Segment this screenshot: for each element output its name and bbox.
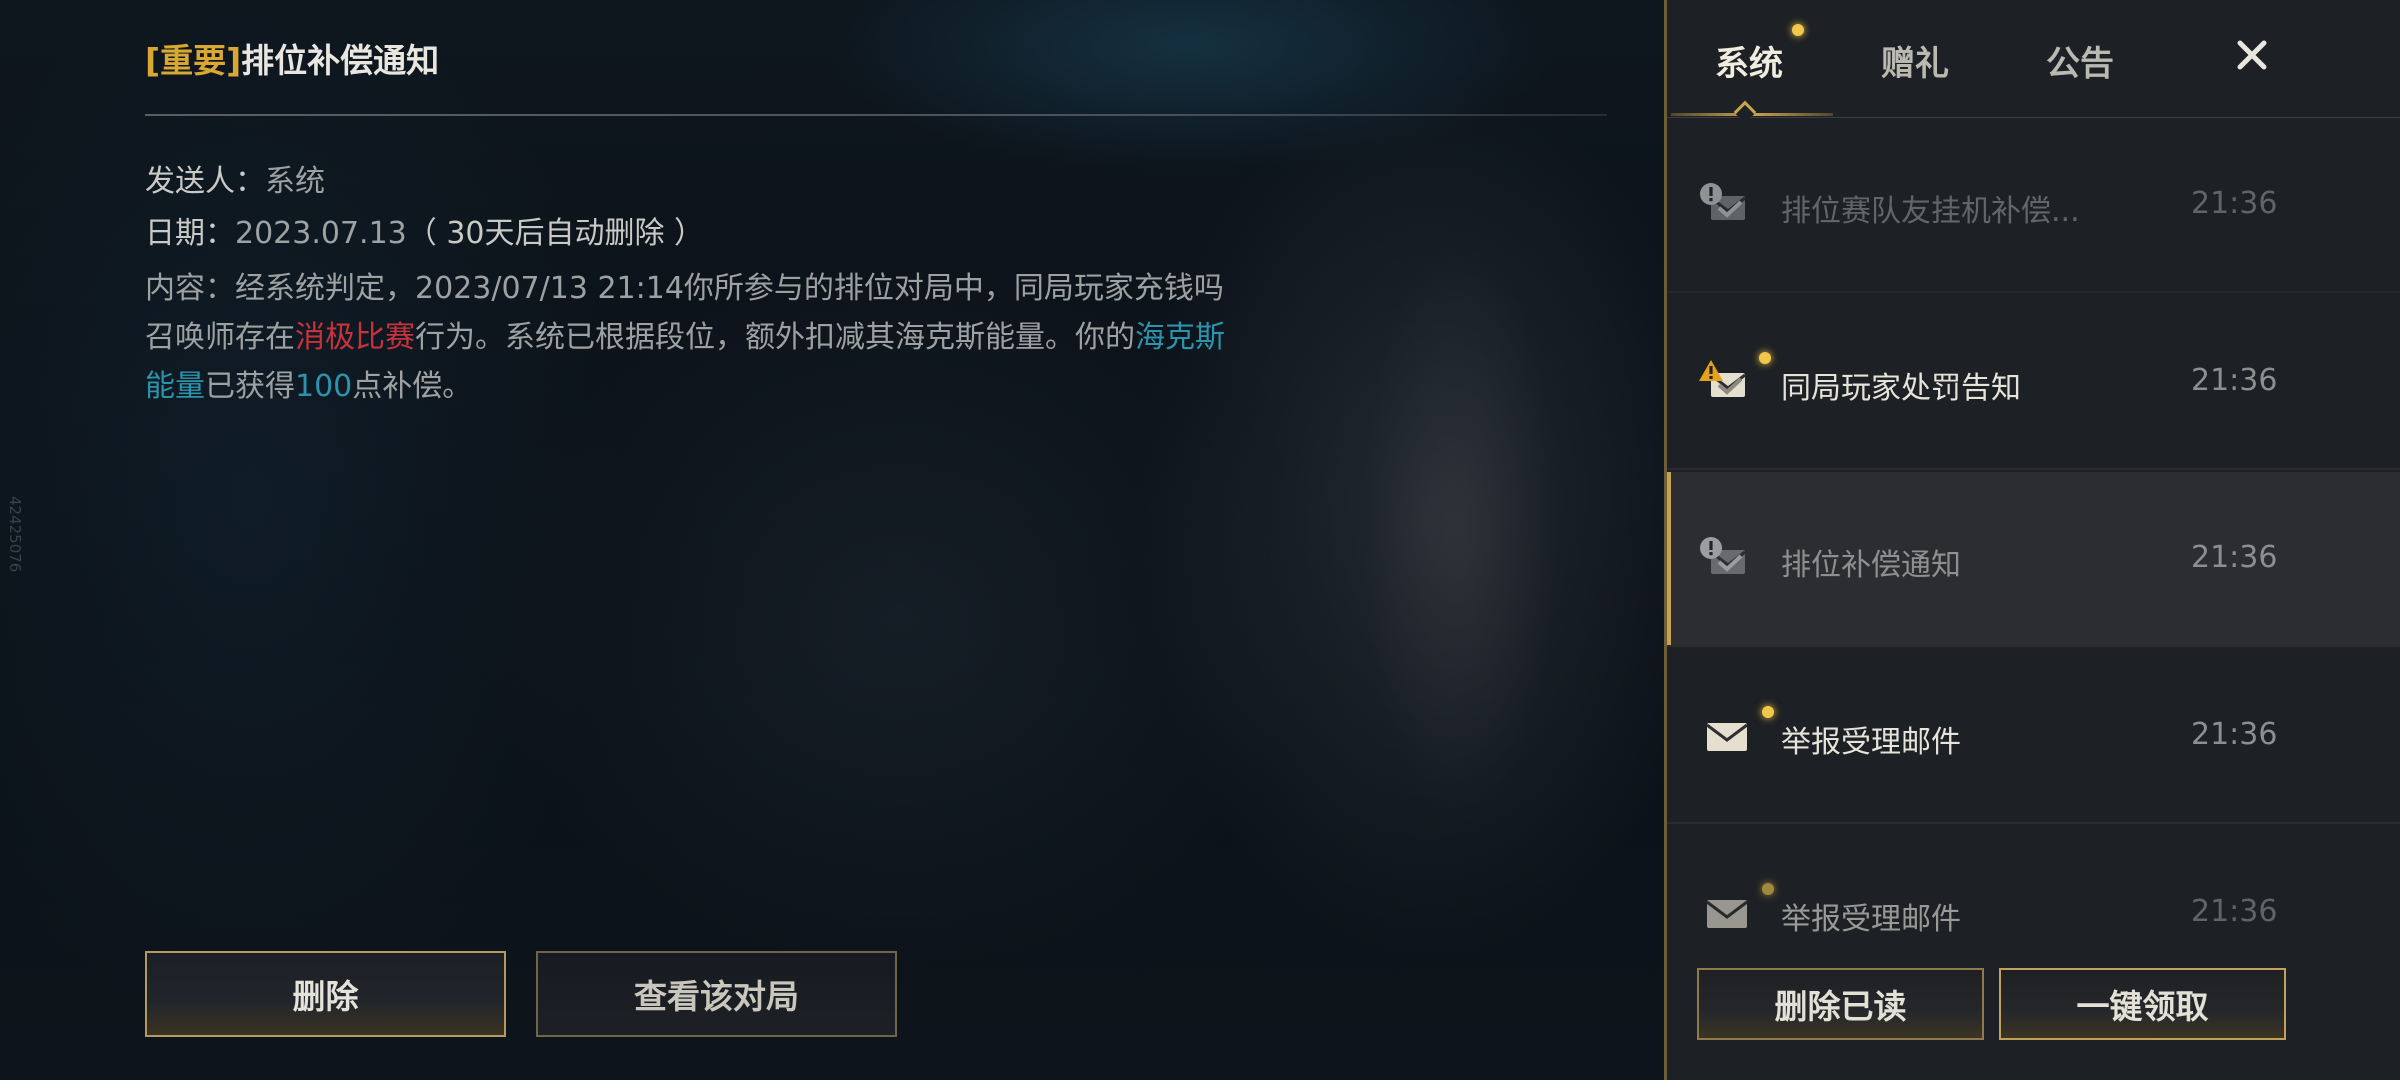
important-mail-unread-icon: [1699, 360, 1746, 397]
mail-body: 内容：经系统判定，2023/07/13 21:14你所参与的排位对局中，同局玩家…: [145, 264, 1235, 411]
mail-title: [重要]排位补偿通知: [145, 34, 439, 82]
delete-read-button[interactable]: 删除已读: [1697, 968, 1984, 1040]
unread-dot: [1762, 706, 1774, 718]
tab-system[interactable]: 系统: [1715, 36, 1783, 85]
sender-label: 发送人：: [145, 164, 265, 199]
delete-button[interactable]: 删除: [145, 951, 506, 1037]
mail-date: 日期：2023.07.13（ 30天后自动删除 ）: [145, 208, 704, 252]
tab-notice[interactable]: 公告: [2046, 36, 2114, 85]
background-figure: [1330, 140, 1590, 920]
sender-value: 系统: [265, 164, 325, 199]
mail-list-item[interactable]: 举报受理邮件 21:36: [1667, 826, 2400, 946]
mail-title-tag: [重要]: [145, 41, 242, 80]
mail-item-title: 举报受理邮件: [1781, 902, 1961, 937]
tab-gift[interactable]: 赠礼: [1881, 36, 1949, 85]
view-match-button[interactable]: 查看该对局: [536, 951, 897, 1037]
tab-system-unread-dot: [1792, 24, 1804, 36]
mail-item-time: 21:36: [2191, 540, 2278, 575]
mail-sender: 发送人：系统: [145, 156, 325, 200]
side-id-number: 42425076: [6, 496, 24, 573]
date-value: 2023.07.13: [235, 216, 407, 251]
mail-item-title: 排位赛队友挂机补偿...: [1781, 194, 2080, 229]
body-highlight-red: 消极比赛: [295, 320, 415, 355]
mail-title-text: 排位补偿通知: [241, 41, 440, 80]
mail-item-time: 21:36: [2191, 186, 2278, 221]
mail-tabs: 系统 赠礼 公告: [1667, 0, 2400, 124]
important-mail-read-icon: [1700, 537, 1746, 574]
title-divider: [145, 114, 1607, 116]
date-note: （ 30天后自动删除 ）: [406, 216, 705, 251]
mail-item-title: 排位补偿通知: [1781, 548, 1961, 583]
close-icon: [2237, 40, 2267, 70]
mail-item-time: 21:36: [2191, 894, 2278, 929]
date-label: 日期：: [145, 216, 235, 251]
mail-list-item[interactable]: 同局玩家处罚告知 21:36: [1667, 295, 2400, 470]
mail-item-title: 同局玩家处罚告知: [1781, 371, 2021, 406]
mail-list-item[interactable]: 举报受理邮件 21:36: [1667, 649, 2400, 824]
close-button[interactable]: [2227, 30, 2277, 80]
mail-list-item[interactable]: 排位补偿通知 21:36: [1667, 472, 2400, 647]
mail-item-time: 21:36: [2191, 363, 2278, 398]
mail-list-item[interactable]: 排位赛队友挂机补偿... 21:36: [1667, 118, 2400, 293]
mail-item-time: 21:36: [2191, 717, 2278, 752]
body-highlight-number: 100: [295, 369, 353, 404]
unread-dot: [1759, 352, 1771, 364]
body-text-2: 行为。系统已根据段位，额外扣减其海克斯能量。你的: [415, 320, 1135, 355]
mail-icon: [1706, 723, 1748, 751]
mail-item-title: 举报受理邮件: [1781, 725, 1961, 760]
important-mail-read-icon: [1700, 183, 1746, 220]
mail-list-panel: 系统 赠礼 公告 排位赛队友挂机补偿... 21:36 同局玩家处罚告知 21:…: [1664, 0, 2400, 1080]
mail-icon: [1706, 900, 1748, 928]
body-text-4: 点补偿。: [352, 369, 473, 404]
claim-all-button[interactable]: 一键领取: [1999, 968, 2286, 1040]
unread-dot: [1762, 883, 1774, 895]
body-text-3: 已获得: [205, 369, 295, 404]
